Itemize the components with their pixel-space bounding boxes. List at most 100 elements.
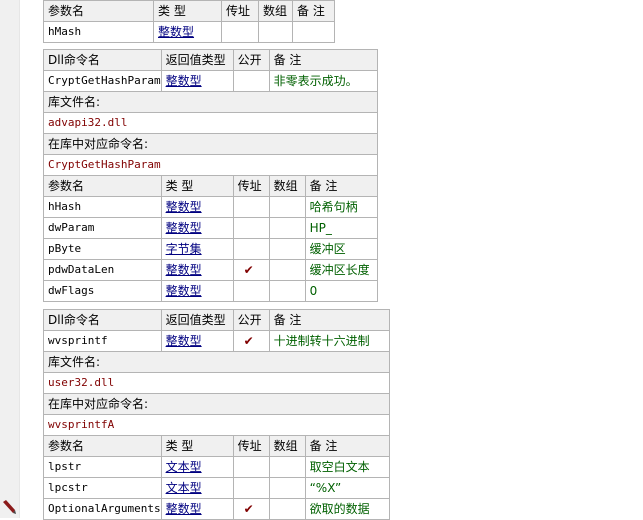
col-public: 公开 xyxy=(232,49,270,71)
col-type: 类 型 xyxy=(160,175,234,197)
param-note-cell[interactable]: 取空白文本 xyxy=(304,456,390,478)
param-note-cell[interactable]: 缓冲区长度 xyxy=(304,259,378,281)
param-type-cell[interactable]: 整数型 xyxy=(160,196,234,218)
col-note: 备 注 xyxy=(304,435,390,457)
dll-note-cell[interactable]: 非零表示成功。 xyxy=(268,70,378,92)
table-row[interactable]: lpcstr 文本型 “%X” xyxy=(43,477,390,499)
dll-row[interactable]: CryptGetHashParam 整数型 非零表示成功。 xyxy=(43,70,378,92)
param-note-cell[interactable]: HP_ xyxy=(304,217,378,239)
param-array-cell[interactable] xyxy=(268,217,306,239)
param-array-cell[interactable] xyxy=(268,196,306,218)
param-name-cell[interactable]: lpstr xyxy=(43,456,162,478)
param-byref-cell[interactable] xyxy=(232,217,270,239)
dll-table-cryptgethashparam: Dll命令名 返回值类型 公开 备 注 CryptGetHashParam 整数… xyxy=(43,49,378,302)
param-array-cell[interactable] xyxy=(268,498,306,520)
param-byref-cell[interactable] xyxy=(232,196,270,218)
col-param-name: 参数名 xyxy=(43,175,162,197)
param-name-cell[interactable]: dwFlags xyxy=(43,280,162,302)
dll-name-cell[interactable]: wvsprintf xyxy=(43,330,162,352)
param-array-cell[interactable] xyxy=(268,238,306,260)
dll-note-cell[interactable]: 十进制转十六进制 xyxy=(268,330,390,352)
param-type-cell[interactable]: 整数型 xyxy=(160,280,234,302)
col-array: 数组 xyxy=(268,175,306,197)
param-array-cell[interactable] xyxy=(268,477,306,499)
table-row[interactable]: OptionalArguments 整数型 ✔ 欲取的数据 xyxy=(43,498,390,520)
lib-file-value[interactable]: advapi32.dll xyxy=(43,112,378,134)
editor-gutter xyxy=(0,0,20,518)
col-dll-note: 备 注 xyxy=(268,309,390,331)
check-icon: ✔ xyxy=(243,502,254,516)
param-array-cell[interactable] xyxy=(258,21,293,43)
param-byref-cell[interactable]: ✔ xyxy=(232,259,270,281)
param-name-cell[interactable]: hMash xyxy=(43,21,154,43)
table-row[interactable]: hMash 整数型 xyxy=(43,21,335,43)
pencil-icon xyxy=(3,500,16,514)
param-type-cell[interactable]: 整数型 xyxy=(160,498,234,520)
col-byref: 传址 xyxy=(232,175,270,197)
dll-header-row: Dll命令名 返回值类型 公开 备 注 xyxy=(43,49,378,71)
lib-cmd-value[interactable]: CryptGetHashParam xyxy=(43,154,378,176)
lib-cmd-value[interactable]: wvsprintfA xyxy=(43,414,390,436)
dll-return-type-cell[interactable]: 整数型 xyxy=(160,330,234,352)
check-icon: ✔ xyxy=(243,263,254,277)
param-note-cell[interactable]: 哈希句柄 xyxy=(304,196,378,218)
param-note-cell[interactable]: 缓冲区 xyxy=(304,238,378,260)
col-type: 类 型 xyxy=(153,0,222,22)
col-note: 备 注 xyxy=(292,0,335,22)
dll-header-row: Dll命令名 返回值类型 公开 备 注 xyxy=(43,309,390,331)
param-name-cell[interactable]: lpcstr xyxy=(43,477,162,499)
param-header-row: 参数名 类 型 传址 数组 备 注 xyxy=(43,435,390,457)
table-row[interactable]: lpstr 文本型 取空白文本 xyxy=(43,456,390,478)
param-type-cell[interactable]: 文本型 xyxy=(160,477,234,499)
param-type-cell[interactable]: 整数型 xyxy=(160,217,234,239)
col-dll-name: Dll命令名 xyxy=(43,309,162,331)
param-name-cell[interactable]: pdwDataLen xyxy=(43,259,162,281)
dll-public-cell[interactable] xyxy=(232,70,270,92)
table-row[interactable]: pByte 字节集 缓冲区 xyxy=(43,238,378,260)
table-row[interactable]: pdwDataLen 整数型 ✔ 缓冲区长度 xyxy=(43,259,378,281)
col-dll-note: 备 注 xyxy=(268,49,378,71)
col-public: 公开 xyxy=(232,309,270,331)
param-byref-cell[interactable] xyxy=(232,477,270,499)
col-byref: 传址 xyxy=(232,435,270,457)
param-byref-cell[interactable] xyxy=(232,280,270,302)
param-array-cell[interactable] xyxy=(268,456,306,478)
lib-file-value[interactable]: user32.dll xyxy=(43,372,390,394)
param-byref-cell[interactable]: ✔ xyxy=(232,498,270,520)
table-row[interactable]: hHash 整数型 哈希句柄 xyxy=(43,196,378,218)
dll-name-cell[interactable]: CryptGetHashParam xyxy=(43,70,162,92)
col-array: 数组 xyxy=(268,435,306,457)
param-type-cell[interactable]: 整数型 xyxy=(153,21,222,43)
table-row[interactable]: dwFlags 整数型 0 xyxy=(43,280,378,302)
lib-file-label: 库文件名: xyxy=(43,351,390,373)
col-array: 数组 xyxy=(258,0,293,22)
table-row[interactable]: dwParam 整数型 HP_ xyxy=(43,217,378,239)
param-byref-cell[interactable] xyxy=(232,238,270,260)
param-name-cell[interactable]: pByte xyxy=(43,238,162,260)
param-byref-cell[interactable] xyxy=(232,456,270,478)
param-array-cell[interactable] xyxy=(268,259,306,281)
param-name-cell[interactable]: dwParam xyxy=(43,217,162,239)
param-type-cell[interactable]: 整数型 xyxy=(160,259,234,281)
lib-cmd-label: 在库中对应命令名: xyxy=(43,393,390,415)
param-note-cell[interactable]: 欲取的数据 xyxy=(304,498,390,520)
col-note: 备 注 xyxy=(304,175,378,197)
param-array-cell[interactable] xyxy=(268,280,306,302)
lib-file-label: 库文件名: xyxy=(43,91,378,113)
param-note-cell[interactable] xyxy=(292,21,335,43)
dll-public-cell[interactable]: ✔ xyxy=(232,330,270,352)
param-type-cell[interactable]: 字节集 xyxy=(160,238,234,260)
param-note-cell[interactable]: “%X” xyxy=(304,477,390,499)
param-name-cell[interactable]: OptionalArguments xyxy=(43,498,162,520)
param-byref-cell[interactable] xyxy=(221,21,259,43)
param-type-cell[interactable]: 文本型 xyxy=(160,456,234,478)
col-return-type: 返回值类型 xyxy=(160,309,234,331)
col-byref: 传址 xyxy=(221,0,259,22)
col-dll-name: Dll命令名 xyxy=(43,49,162,71)
param-note-cell[interactable]: 0 xyxy=(304,280,378,302)
dll-return-type-cell[interactable]: 整数型 xyxy=(160,70,234,92)
dll-row[interactable]: wvsprintf 整数型 ✔ 十进制转十六进制 xyxy=(43,330,390,352)
param-name-cell[interactable]: hHash xyxy=(43,196,162,218)
param-header-row: 参数名 类 型 传址 数组 备 注 xyxy=(43,0,335,22)
col-return-type: 返回值类型 xyxy=(160,49,234,71)
